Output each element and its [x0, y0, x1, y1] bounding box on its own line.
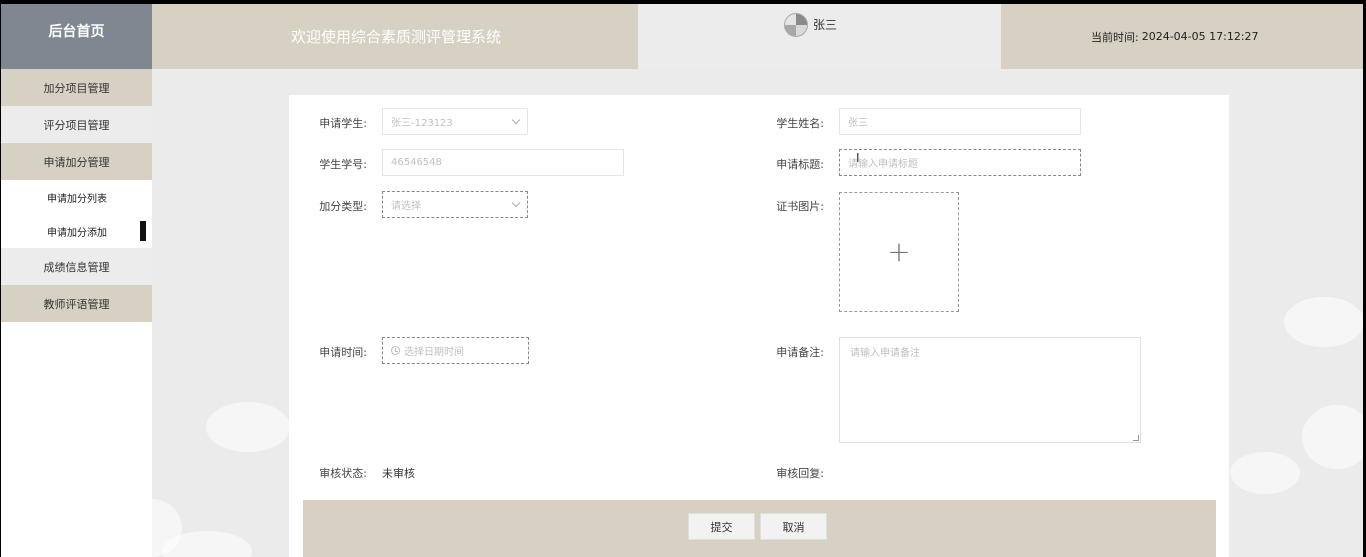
- sidebar: 加分项目管理 评分项目管理 申请加分管理 申请加分列表 申请加分添加 成绩信息管…: [1, 69, 152, 557]
- type-select[interactable]: 请选择: [382, 191, 528, 218]
- status-value: 未审核: [382, 467, 415, 480]
- brand-home-link[interactable]: 后台首页: [1, 4, 152, 69]
- number-label: 学生学号:: [319, 158, 367, 171]
- user-menu[interactable]: 张三: [638, 4, 1001, 69]
- status-label: 审核状态:: [319, 467, 367, 480]
- background-bubble: [1230, 452, 1300, 494]
- username: 张三: [812, 18, 837, 32]
- student-label: 申请学生:: [319, 117, 367, 130]
- sidebar-subitem-apply-add[interactable]: 申请加分添加: [1, 214, 152, 248]
- name-label: 学生姓名:: [776, 117, 824, 130]
- avatar[interactable]: [783, 13, 808, 37]
- sidebar-item-label: 评分项目管理: [43, 118, 110, 132]
- sidebar-item-label: 申请加分列表: [47, 193, 107, 205]
- apply-bonus-form: 申请学生: 张三-123123 学生姓名: 张三 学生学号: 46546548 …: [289, 95, 1229, 557]
- sidebar-subitem-apply-list[interactable]: 申请加分列表: [1, 180, 152, 214]
- title-label: 申请标题:: [776, 158, 824, 171]
- sidebar-item-apply-bonus[interactable]: 申请加分管理: [1, 143, 152, 180]
- main-area: 申请学生: 张三-123123 学生姓名: 张三 学生学号: 46546548 …: [152, 69, 1363, 557]
- text-cursor-icon: I: [856, 151, 860, 165]
- header: 后台首页 欢迎使用综合素质测评管理系统 张三 当前时间: 2024-04-05 …: [1, 4, 1363, 69]
- cancel-button[interactable]: 取消: [760, 513, 827, 540]
- student-select-value: 张三-123123: [391, 118, 453, 129]
- name-field[interactable]: 张三: [839, 108, 1081, 135]
- background-bubble: [1302, 405, 1363, 469]
- name-field-value: 张三: [848, 118, 868, 129]
- number-field[interactable]: 46546548: [382, 149, 624, 176]
- reply-label: 审核回复:: [776, 467, 824, 480]
- submit-button[interactable]: 提交: [688, 513, 755, 540]
- sidebar-item-score-project[interactable]: 评分项目管理: [1, 106, 152, 143]
- chevron-down-icon: [511, 115, 521, 125]
- remark-placeholder: 请输入申请备注: [850, 348, 920, 359]
- form-actions: 提交 取消: [303, 500, 1216, 557]
- active-marker: [140, 221, 146, 241]
- sidebar-item-label: 教师评语管理: [43, 297, 110, 311]
- remark-label: 申请备注:: [776, 346, 824, 359]
- student-select[interactable]: 张三-123123: [382, 108, 528, 135]
- welcome-text: 欢迎使用综合素质测评管理系统: [290, 28, 501, 46]
- sidebar-item-label: 申请加分管理: [43, 155, 110, 169]
- type-label: 加分类型:: [319, 200, 367, 213]
- clock-icon: [391, 346, 400, 355]
- current-time: 当前时间: 2024-04-05 17:12:27: [1001, 4, 1363, 69]
- plus-icon: +: [887, 235, 911, 268]
- sidebar-item-label: 申请加分添加: [47, 227, 107, 239]
- sidebar-item-grades[interactable]: 成绩信息管理: [1, 248, 152, 285]
- background-bubble: [206, 402, 290, 452]
- cert-upload[interactable]: +: [839, 192, 959, 312]
- type-select-placeholder: 请选择: [391, 201, 421, 212]
- cert-label: 证书图片:: [776, 200, 824, 213]
- chevron-down-icon: [511, 198, 521, 208]
- brand-label: 后台首页: [48, 23, 105, 40]
- title-input[interactable]: 请输入申请标题: [839, 149, 1081, 176]
- sidebar-item-teacher-comments[interactable]: 教师评语管理: [1, 285, 152, 322]
- background-bubble: [1284, 297, 1363, 347]
- sidebar-item-bonus-project[interactable]: 加分项目管理: [1, 69, 152, 106]
- time-value: 2024-04-05 17:12:27: [1141, 30, 1259, 43]
- apply-time-picker[interactable]: 选择日期时间: [382, 337, 529, 364]
- time-label: 当前时间:: [1091, 30, 1139, 44]
- remark-textarea[interactable]: 请输入申请备注: [839, 337, 1141, 443]
- welcome-banner: 欢迎使用综合素质测评管理系统: [152, 4, 638, 69]
- resize-handle-icon[interactable]: [1133, 435, 1139, 441]
- apply-time-placeholder: 选择日期时间: [404, 347, 464, 358]
- sidebar-item-label: 加分项目管理: [43, 81, 110, 95]
- sidebar-item-label: 成绩信息管理: [43, 260, 110, 274]
- apply-time-label: 申请时间:: [319, 346, 367, 359]
- number-field-value: 46546548: [391, 157, 442, 168]
